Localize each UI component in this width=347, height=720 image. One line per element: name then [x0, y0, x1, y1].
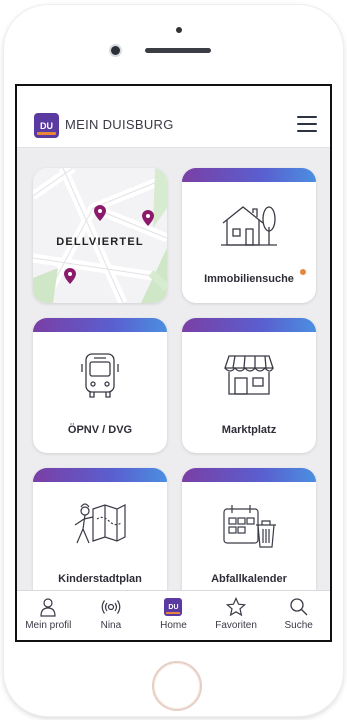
search-icon [290, 598, 308, 616]
map-pin-icon[interactable] [142, 210, 154, 226]
tile-label: Immobiliensuche [204, 273, 294, 285]
app-logo-icon: DU [34, 113, 59, 138]
home-button[interactable] [152, 661, 202, 711]
child-map-icon [33, 490, 167, 560]
nav-label: Suche [284, 620, 313, 631]
tile-label: Marktplatz [221, 424, 277, 436]
map-area-label: DELLVIERTEL [56, 236, 144, 248]
front-camera [111, 46, 120, 55]
nav-label: Nina [100, 620, 122, 631]
nav-item-favoriten[interactable]: Favoriten [205, 591, 268, 640]
menu-line [297, 123, 317, 125]
person-icon [40, 598, 56, 617]
tile-gradient-bar [182, 168, 316, 182]
menu-line [297, 130, 317, 132]
tile-abfallkalender[interactable]: Abfallkalender [182, 468, 316, 603]
tile-label: ÖPNV / DVG [67, 424, 133, 436]
hamburger-menu-button[interactable] [297, 116, 317, 132]
tile-label: Kinderstadtplan [58, 573, 142, 585]
nav-home-logo-text: DU [168, 603, 179, 611]
bottom-navigation: Mein profil Nina DU Home Favoriten Suche [17, 590, 330, 640]
tile-gradient-bar [33, 318, 167, 332]
notification-dot [300, 269, 306, 275]
home-logo-icon: DU [164, 598, 183, 616]
nav-item-suche[interactable]: Suche [267, 591, 330, 640]
menu-line [297, 116, 317, 118]
app-title: MEIN DUISBURG [65, 117, 174, 132]
device-frame: DU MEIN DUISBURG DELLVIERTEL Immobiliens… [0, 0, 347, 720]
app-screen: DU MEIN DUISBURG DELLVIERTEL Immobiliens… [15, 84, 332, 642]
tile-gradient-bar [33, 468, 167, 482]
sensor-dot [176, 27, 182, 33]
tile-label: Abfallkalender [211, 573, 287, 585]
star-icon [226, 597, 247, 617]
tile-kinderstadtplan[interactable]: Kinderstadtplan [33, 468, 167, 603]
nav-label: Mein profil [25, 620, 72, 631]
house-icon [182, 190, 316, 260]
tile-dellviertel-map[interactable]: DELLVIERTEL [33, 168, 167, 303]
nav-label: Home [160, 620, 187, 631]
tile-gradient-bar [182, 318, 316, 332]
market-stall-icon [182, 340, 316, 410]
tile-marktplatz[interactable]: Marktplatz [182, 318, 316, 453]
earpiece-speaker [145, 48, 211, 53]
tile-immobiliensuche[interactable]: Immobiliensuche [182, 168, 316, 303]
logo-text: DU [40, 120, 53, 131]
waste-calendar-icon [182, 490, 316, 560]
app-header: DU MEIN DUISBURG [17, 86, 330, 148]
nav-label: Favoriten [215, 620, 257, 631]
map-pin-icon[interactable] [94, 205, 106, 221]
map-pin-icon[interactable] [64, 268, 76, 284]
tile-gradient-bar [182, 468, 316, 482]
tile-oepnv-dvg[interactable]: ÖPNV / DVG [33, 318, 167, 453]
nav-item-home[interactable]: DU Home [142, 591, 205, 640]
nav-item-mein-profil[interactable]: Mein profil [17, 591, 80, 640]
nav-item-nina[interactable]: Nina [80, 591, 143, 640]
bus-icon [33, 340, 167, 410]
broadcast-icon [101, 600, 121, 614]
